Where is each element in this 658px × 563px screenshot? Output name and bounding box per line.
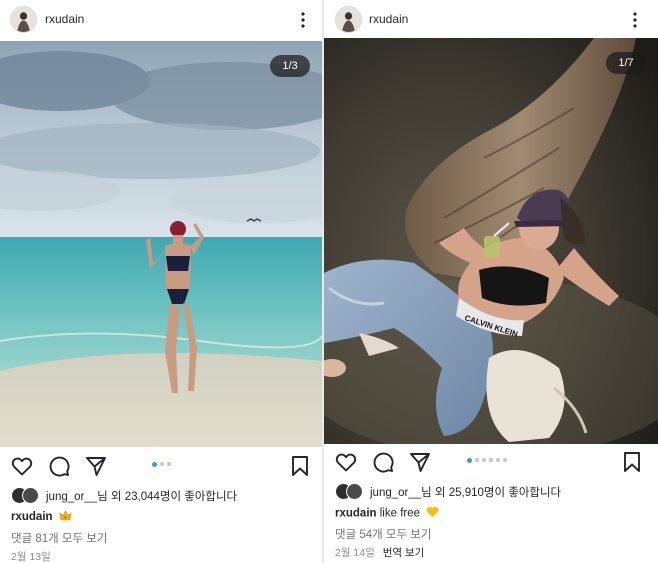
caption-username[interactable]: rxudain (11, 511, 53, 523)
action-bar (0, 452, 322, 482)
username[interactable]: rxudain (45, 12, 84, 26)
post-header: rxudain (0, 0, 322, 40)
username[interactable]: rxudain (369, 12, 408, 26)
avatar[interactable] (346, 483, 363, 500)
carousel-dot-active (467, 458, 472, 463)
more-options-icon[interactable] (294, 10, 312, 30)
comment-icon[interactable] (47, 454, 71, 478)
caption: rxudain (11, 510, 72, 524)
caption-text: like free (376, 507, 421, 520)
carousel-dot (167, 462, 171, 466)
liker-avatars (11, 487, 41, 504)
comment-icon[interactable] (371, 450, 395, 474)
carousel-dot (475, 458, 479, 462)
post-header: rxudain (324, 0, 658, 40)
caption: rxudain like free (335, 506, 439, 521)
share-icon[interactable] (408, 450, 432, 474)
carousel-dot (160, 462, 164, 466)
post-date-text: 2월 14일 (335, 547, 375, 559)
avatar[interactable] (335, 6, 362, 33)
carousel-dot (482, 458, 486, 462)
bookmark-icon[interactable] (620, 450, 644, 474)
caption-username[interactable]: rxudain (335, 508, 377, 520)
carousel-dot (496, 458, 500, 462)
slide-counter: 1/7 (606, 52, 646, 74)
view-comments-link[interactable]: 댓글 81개 모두 보기 (11, 530, 107, 546)
carousel-dot (503, 458, 507, 462)
likes-row: jung_or__님 외 23,044명이 좋아합니다 (0, 485, 322, 505)
action-bar (324, 448, 658, 478)
yellow-heart-emoji-icon (426, 506, 439, 521)
more-options-icon[interactable] (626, 10, 644, 30)
crown-emoji-icon (59, 510, 72, 524)
avatar[interactable] (10, 6, 37, 33)
translate-link[interactable]: 번역 보기 (383, 547, 425, 559)
carousel-dot-active (152, 462, 157, 467)
view-comments-link[interactable]: 댓글 54개 모두 보기 (335, 526, 431, 542)
liker-avatars (335, 483, 365, 500)
likes-count[interactable]: jung_or__님 외 23,044명이 좋아합니다 (46, 488, 237, 504)
post-date: 2월 14일 번역 보기 (335, 545, 424, 560)
heart-icon[interactable] (334, 450, 358, 474)
heart-icon[interactable] (10, 454, 34, 478)
post-card-1: rxudain 1/3 jung_or__님 외 23,044명이 좋아합니다 … (0, 0, 322, 563)
likes-count[interactable]: jung_or__님 외 25,910명이 좋아합니다 (370, 484, 561, 500)
avatar[interactable] (22, 487, 39, 504)
post-date: 2월 13일 (11, 549, 51, 563)
post-photo[interactable]: 1/3 (0, 41, 322, 447)
post-date-text: 2월 13일 (11, 551, 51, 563)
carousel-dot (489, 458, 493, 462)
likes-row: jung_or__님 외 25,910명이 좋아합니다 (324, 481, 658, 501)
carousel-dots (152, 462, 174, 468)
bookmark-icon[interactable] (288, 454, 312, 478)
post-card-2: rxudain CALVIN KLEIN 1/7 jung_or__님 외 25… (324, 0, 658, 563)
post-photo[interactable]: CALVIN KLEIN 1/7 (324, 38, 658, 444)
carousel-dots (467, 458, 510, 464)
share-icon[interactable] (84, 454, 108, 478)
slide-counter: 1/3 (270, 55, 310, 77)
